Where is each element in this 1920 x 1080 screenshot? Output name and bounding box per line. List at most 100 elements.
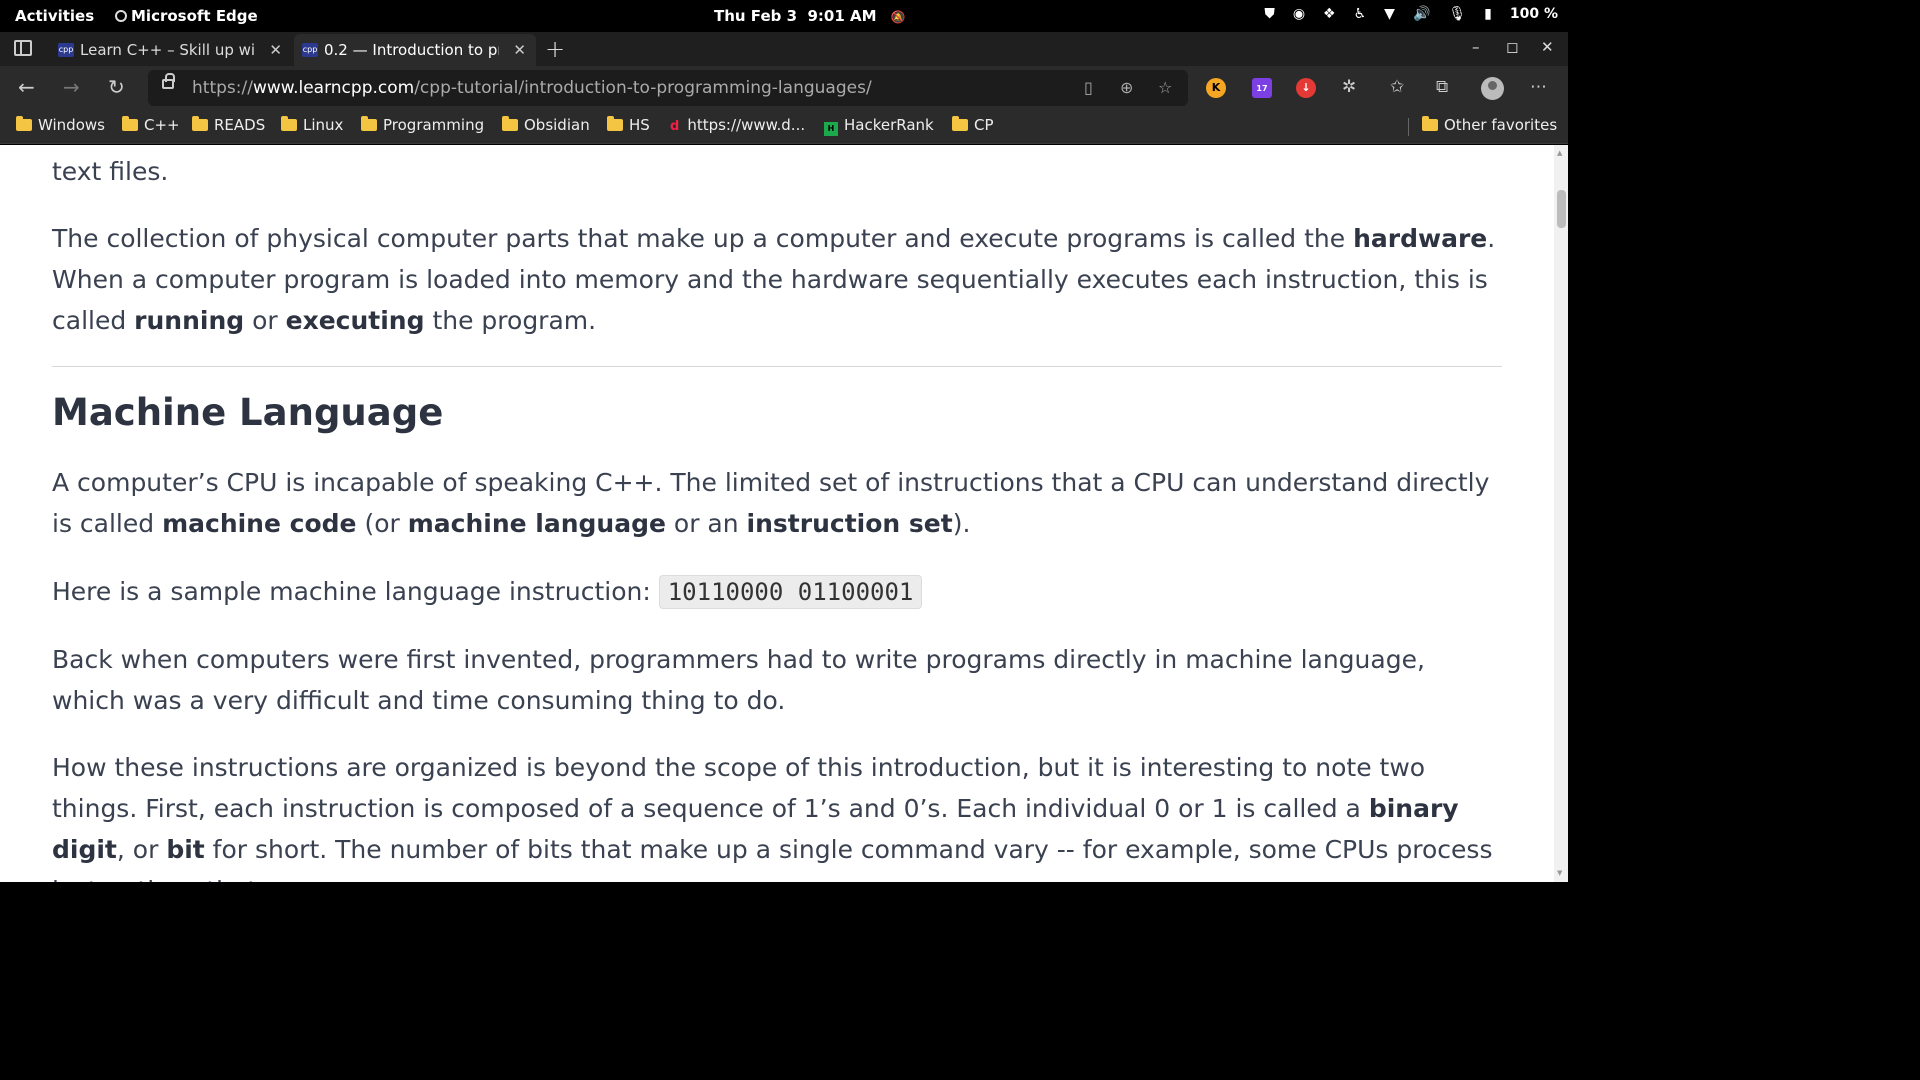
battery-percent: 100 % bbox=[1509, 6, 1558, 22]
collections-icon[interactable]: ⧉ bbox=[1436, 77, 1448, 97]
extension-k-icon[interactable]: K bbox=[1206, 78, 1226, 98]
favorites-icon[interactable]: ✩ bbox=[1390, 77, 1404, 97]
bookmark-label: Windows bbox=[38, 116, 105, 134]
tab-title: 0.2 — Introduction to pr bbox=[324, 41, 499, 59]
term-bit: bit bbox=[166, 835, 205, 864]
shield-icon[interactable]: ⛊ bbox=[1264, 6, 1275, 22]
tab-title: Learn C++ – Skill up with bbox=[80, 41, 255, 59]
more-menu-icon[interactable]: ⋯ bbox=[1530, 77, 1547, 97]
vertical-tabs-icon[interactable] bbox=[14, 40, 32, 56]
folder-icon bbox=[502, 116, 518, 131]
minimize-icon[interactable]: – bbox=[1472, 38, 1480, 56]
bookmarks-divider bbox=[1408, 118, 1409, 136]
term-machine-language: machine language bbox=[407, 509, 666, 538]
bookmark-obsidian[interactable]: Obsidian bbox=[502, 116, 590, 134]
term-executing: executing bbox=[285, 306, 425, 335]
bookmark-label: HS bbox=[629, 116, 650, 134]
dropbox-icon[interactable]: ❖ bbox=[1323, 6, 1336, 22]
paragraph-machine-code: A computer’s CPU is incapable of speakin… bbox=[52, 462, 1502, 544]
bookmark-linux[interactable]: Linux bbox=[281, 116, 343, 134]
back-arrow-icon[interactable]: ← bbox=[18, 75, 35, 99]
forward-arrow-icon[interactable]: → bbox=[63, 75, 80, 99]
maximize-icon[interactable]: ◻ bbox=[1506, 38, 1518, 56]
url-path: /cpp-tutorial/introduction-to-programmin… bbox=[414, 78, 872, 98]
bookmark-label: C++ bbox=[144, 116, 180, 134]
tab-introduction[interactable]: cpp 0.2 — Introduction to pr ✕ bbox=[294, 34, 536, 66]
extension-calendar-icon[interactable]: 17 bbox=[1252, 78, 1272, 98]
text-run: The collection of physical computer part… bbox=[52, 224, 1354, 253]
bookmark-cp[interactable]: CP bbox=[952, 116, 994, 134]
lock-icon[interactable] bbox=[162, 73, 175, 89]
bookmark-label: READS bbox=[214, 116, 266, 134]
navigation-toolbar: ← → ↻ https://www.learncpp.com/cpp-tutor… bbox=[0, 66, 1568, 110]
paragraph-history: Back when computers were first invented,… bbox=[52, 645, 1425, 715]
extensions-puzzle-icon[interactable]: ✲ bbox=[1342, 77, 1356, 97]
bookmark-label: https://www.d... bbox=[687, 116, 806, 134]
folder-icon bbox=[952, 116, 968, 131]
folder-icon bbox=[192, 116, 208, 131]
mic-muted-icon[interactable]: 🎙 bbox=[1448, 6, 1466, 22]
new-tab-plus-icon[interactable]: + bbox=[545, 35, 565, 63]
notification-muted-icon: 🔕 bbox=[890, 10, 906, 24]
text-run: How these instructions are organized is … bbox=[52, 753, 1426, 823]
close-tab-icon[interactable]: ✕ bbox=[513, 41, 526, 59]
folder-icon bbox=[607, 116, 623, 131]
close-tab-icon[interactable]: ✕ bbox=[269, 41, 282, 59]
wifi-icon[interactable]: ▼ bbox=[1384, 6, 1395, 22]
bookmark-label: Linux bbox=[303, 116, 344, 134]
folder-icon bbox=[16, 116, 32, 131]
code-sample: 10110000 01100001 bbox=[658, 575, 923, 609]
accessibility-icon[interactable]: ♿ bbox=[1354, 6, 1367, 22]
url-text[interactable]: https://www.learncpp.com/cpp-tutorial/in… bbox=[192, 78, 872, 98]
term-hardware: hardware bbox=[1353, 224, 1488, 253]
text-run: ). bbox=[952, 509, 971, 538]
tab-strip: cpp Learn C++ – Skill up with ✕ cpp 0.2 … bbox=[0, 32, 1568, 66]
text-run: , or bbox=[116, 835, 167, 864]
address-bar[interactable]: https://www.learncpp.com/cpp-tutorial/in… bbox=[148, 70, 1188, 106]
zoom-icon[interactable]: ⊕ bbox=[1120, 78, 1133, 97]
tab-learncpp-home[interactable]: cpp Learn C++ – Skill up with ✕ bbox=[50, 34, 292, 66]
volume-icon[interactable]: 🔊 bbox=[1413, 6, 1430, 22]
page-scrollbar[interactable]: ▲ ▼ bbox=[1554, 145, 1568, 882]
hackerrank-icon: H bbox=[824, 122, 838, 136]
battery-icon[interactable]: ▮ bbox=[1484, 6, 1492, 22]
bookmark-label: Other favorites bbox=[1444, 116, 1558, 134]
system-tray: ⛊ ◉ ❖ ♿ ▼ 🔊 🎙 ▮ 100 % bbox=[1264, 6, 1558, 22]
immersive-reader-icon[interactable]: ▯ bbox=[1084, 78, 1093, 97]
bookmark-cpp[interactable]: C++ bbox=[122, 116, 180, 134]
system-top-bar: Activities Microsoft Edge Thu Feb 3 9:01… bbox=[0, 0, 1568, 32]
bookmark-windows[interactable]: Windows bbox=[16, 116, 105, 134]
scroll-up-icon[interactable]: ▲ bbox=[1557, 149, 1562, 157]
close-window-icon[interactable]: ✕ bbox=[1541, 38, 1554, 56]
activities-button[interactable]: Activities bbox=[15, 7, 94, 25]
folder-icon bbox=[281, 116, 297, 131]
bookmark-url[interactable]: d https://www.d... bbox=[670, 116, 805, 134]
scroll-down-icon[interactable]: ▼ bbox=[1557, 869, 1562, 877]
text-run: or bbox=[244, 306, 286, 335]
bookmark-hackerrank[interactable]: H HackerRank bbox=[824, 116, 934, 136]
url-host: www.learncpp.com bbox=[252, 78, 415, 98]
bookmark-label: CP bbox=[974, 116, 994, 134]
bookmark-label: Programming bbox=[383, 116, 485, 134]
section-heading: Machine Language bbox=[52, 391, 444, 434]
term-machine-code: machine code bbox=[162, 509, 357, 538]
extension-download-icon[interactable]: ↓ bbox=[1296, 78, 1316, 98]
time: 9:01 AM bbox=[807, 7, 877, 25]
bookmark-hs[interactable]: HS bbox=[607, 116, 650, 134]
app-menu[interactable]: Microsoft Edge bbox=[115, 7, 258, 25]
bookmark-reads[interactable]: READS bbox=[192, 116, 265, 134]
screen-record-icon[interactable]: ◉ bbox=[1293, 6, 1305, 22]
profile-avatar-icon[interactable] bbox=[1481, 77, 1504, 100]
folder-icon bbox=[122, 116, 138, 131]
web-page: text files. The collection of physical c… bbox=[0, 145, 1568, 882]
site-favicon-icon: d bbox=[670, 119, 680, 134]
paragraph-hardware: The collection of physical computer part… bbox=[52, 218, 1502, 341]
bookmark-programming[interactable]: Programming bbox=[361, 116, 484, 134]
clock[interactable]: Thu Feb 3 9:01 AM 🔕 bbox=[714, 7, 906, 25]
bookmark-label: Obsidian bbox=[524, 116, 590, 134]
text-run: the program. bbox=[424, 306, 597, 335]
refresh-icon[interactable]: ↻ bbox=[108, 75, 125, 99]
scrollbar-thumb[interactable] bbox=[1557, 190, 1566, 228]
bookmark-other-favorites[interactable]: Other favorites bbox=[1422, 116, 1557, 134]
add-favorite-star-icon[interactable]: ☆ bbox=[1158, 78, 1172, 97]
